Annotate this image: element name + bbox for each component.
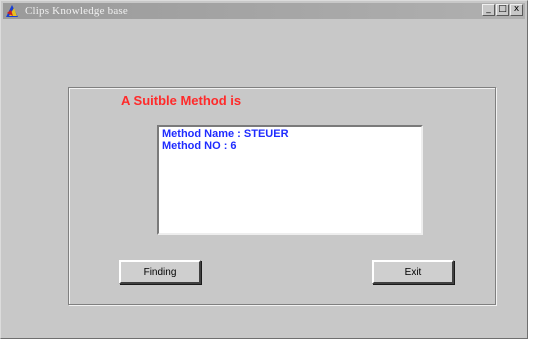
minimize-button[interactable]: _	[482, 4, 495, 16]
app-icon	[5, 4, 19, 18]
window-controls: _ □ x	[482, 4, 523, 16]
maximize-button[interactable]: □	[496, 4, 509, 16]
close-button[interactable]: x	[510, 4, 523, 16]
method-number-line: Method NO : 6	[162, 140, 237, 152]
result-heading: A Suitble Method is	[121, 93, 242, 108]
method-name-line: Method Name : STEUER	[162, 128, 289, 140]
window-title: Clips Knowledge base	[25, 5, 128, 17]
main-window: Clips Knowledge base _ □ x A Suitble Met…	[0, 0, 528, 339]
exit-button[interactable]: Exit	[372, 260, 454, 284]
title-bar[interactable]: Clips Knowledge base _ □ x	[3, 3, 525, 19]
result-listbox[interactable]: Method Name : STEUER Method NO : 6	[157, 125, 423, 235]
finding-button[interactable]: Finding	[119, 260, 201, 284]
